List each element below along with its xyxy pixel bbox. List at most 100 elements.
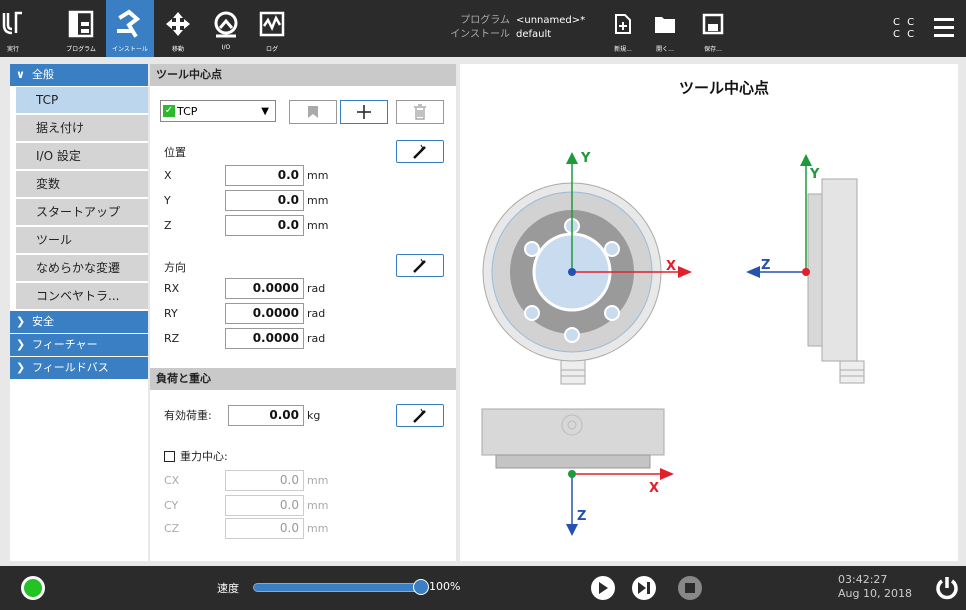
tcp-y-field[interactable]: 0.0	[225, 190, 304, 211]
hamburger-menu-icon[interactable]	[934, 18, 954, 38]
z-label: Z	[164, 219, 172, 232]
tcp-rz-field[interactable]: 0.0000	[225, 328, 304, 349]
open-label: 開く...	[656, 46, 674, 53]
installation-icon	[112, 8, 148, 40]
step-button[interactable]	[632, 576, 656, 600]
installation-tab[interactable]: インストール	[106, 0, 154, 57]
tcp-select-value: TCP	[177, 104, 198, 118]
sidebar-item-startup[interactable]: スタートアップ	[16, 199, 148, 225]
ur-logo-icon	[0, 8, 31, 40]
cog-cz-field[interactable]: 0.0	[225, 518, 304, 539]
speed-value: 100%	[429, 580, 461, 593]
save-button[interactable]: 保存...	[696, 0, 730, 57]
bookmark-icon	[308, 106, 318, 118]
sidebar-group-safety-label: 安全	[32, 315, 54, 328]
magic-wand-icon	[413, 258, 426, 273]
sidebar-item-tool[interactable]: ツール	[16, 227, 148, 253]
tcp-ry-field[interactable]: 0.0000	[225, 303, 304, 324]
sidebar-item-conveyor-tracking[interactable]: コンベヤトラ...	[16, 283, 148, 309]
play-button[interactable]	[591, 576, 615, 600]
move-tab[interactable]: 移動	[156, 0, 200, 57]
set-default-tcp-button[interactable]	[289, 100, 337, 124]
stop-icon	[685, 583, 695, 593]
cy-label: CY	[164, 499, 179, 512]
ry-unit: rad	[307, 307, 326, 320]
x-axis-arrow-bottom	[572, 468, 674, 480]
rx-unit: rad	[307, 282, 326, 295]
payload-wizard-button[interactable]	[396, 404, 444, 427]
x-label: X	[164, 169, 172, 182]
sidebar-group-safety[interactable]: ❯ 安全	[10, 311, 148, 333]
add-tcp-button[interactable]	[340, 100, 388, 124]
tcp-origin-side	[802, 268, 810, 276]
trash-icon	[414, 104, 426, 120]
cz-unit: mm	[307, 522, 329, 535]
payload-label: 有効荷重:	[164, 409, 212, 422]
payload-field[interactable]: 0.00	[228, 405, 304, 426]
app: 実行 プログラム インストール 移動 I/O ログ プログラム <unnamed…	[0, 0, 966, 610]
z-axis-label-bottom: Z	[577, 509, 586, 524]
tcp-x-field[interactable]: 0.0	[225, 165, 304, 186]
sidebar-item-tcp[interactable]: TCP	[16, 87, 148, 113]
flange-side-view	[807, 178, 865, 384]
installation-tab-label: インストール	[112, 46, 148, 53]
installation-key: インストール	[450, 29, 510, 40]
plus-icon	[357, 105, 371, 119]
program-tab-label: プログラム	[66, 46, 96, 53]
sidebar-item-io-setup[interactable]: I/O 設定	[16, 143, 148, 169]
robot-status-button[interactable]	[21, 576, 45, 600]
chevron-right-icon: ❯	[16, 338, 26, 351]
save-label: 保存...	[704, 46, 722, 53]
cc-indicator: C C C C	[893, 17, 916, 41]
payload-section-header: 負荷と重心	[150, 368, 456, 390]
log-tab-label: ログ	[265, 46, 278, 53]
ur-logo-button[interactable]: 実行	[0, 0, 26, 57]
sidebar-item-variables[interactable]: 変数	[16, 171, 148, 197]
status-ok-icon	[24, 579, 42, 597]
sidebar-item-mounting[interactable]: 据え付け	[16, 115, 148, 141]
rz-label: RZ	[164, 332, 180, 345]
tcp-rx-field[interactable]: 0.0000	[225, 278, 304, 299]
new-button[interactable]: 新規...	[606, 0, 640, 57]
play-icon	[599, 582, 608, 594]
move-icon	[160, 8, 196, 40]
clock: 03:42:27 Aug 10, 2018	[838, 573, 912, 601]
sidebar-group-general[interactable]: ∨ 全般	[10, 64, 148, 86]
tcp-origin-front	[568, 268, 576, 276]
power-button[interactable]	[934, 575, 960, 601]
stop-button[interactable]	[678, 576, 702, 600]
magic-wand-icon	[413, 408, 426, 423]
sidebar-group-features[interactable]: ❯ フィーチャー	[10, 334, 148, 356]
open-button[interactable]: 開く...	[648, 0, 682, 57]
settings-panel: ツール中心点 ✓ TCP ▼ 位置 X 0.0 mm Y 0.0 mm Z 0.…	[150, 64, 456, 561]
delete-tcp-button[interactable]	[396, 100, 444, 124]
program-icon	[63, 8, 99, 40]
tcp-diagram-pane: ツール中心点 Y X Y Z X Z	[460, 64, 958, 561]
speed-slider-handle[interactable]	[413, 579, 429, 595]
speed-slider[interactable]	[253, 583, 421, 592]
position-label: 位置	[164, 146, 186, 159]
sidebar-item-smooth-transition[interactable]: なめらかな変遷	[16, 255, 148, 281]
position-wizard-button[interactable]	[396, 140, 444, 163]
tcp-z-field[interactable]: 0.0	[225, 215, 304, 236]
ry-label: RY	[164, 307, 178, 320]
cx-unit: mm	[307, 474, 329, 487]
y-unit: mm	[307, 194, 329, 207]
z-axis-arrow-bottom	[566, 474, 578, 536]
sidebar-group-fieldbus[interactable]: ❯ フィールドバス	[10, 357, 148, 379]
log-tab[interactable]: ログ	[250, 0, 294, 57]
x-axis-label-bottom: X	[649, 481, 659, 496]
cog-cy-field[interactable]: 0.0	[225, 495, 304, 516]
tcp-select[interactable]: ✓ TCP ▼	[160, 100, 276, 122]
cog-label: 重力中心:	[180, 450, 228, 463]
io-tab[interactable]: I/O	[204, 0, 248, 57]
program-tab[interactable]: プログラム	[56, 0, 106, 57]
cog-checkbox[interactable]	[164, 451, 175, 462]
orientation-wizard-button[interactable]	[396, 254, 444, 277]
cog-cx-field[interactable]: 0.0	[225, 470, 304, 491]
payload-unit: kg	[307, 409, 321, 422]
new-label: 新規...	[614, 46, 632, 53]
clock-date: Aug 10, 2018	[838, 587, 912, 600]
chevron-right-icon: ❯	[16, 315, 26, 328]
sidebar-group-fieldbus-label: フィールドバス	[32, 361, 109, 374]
